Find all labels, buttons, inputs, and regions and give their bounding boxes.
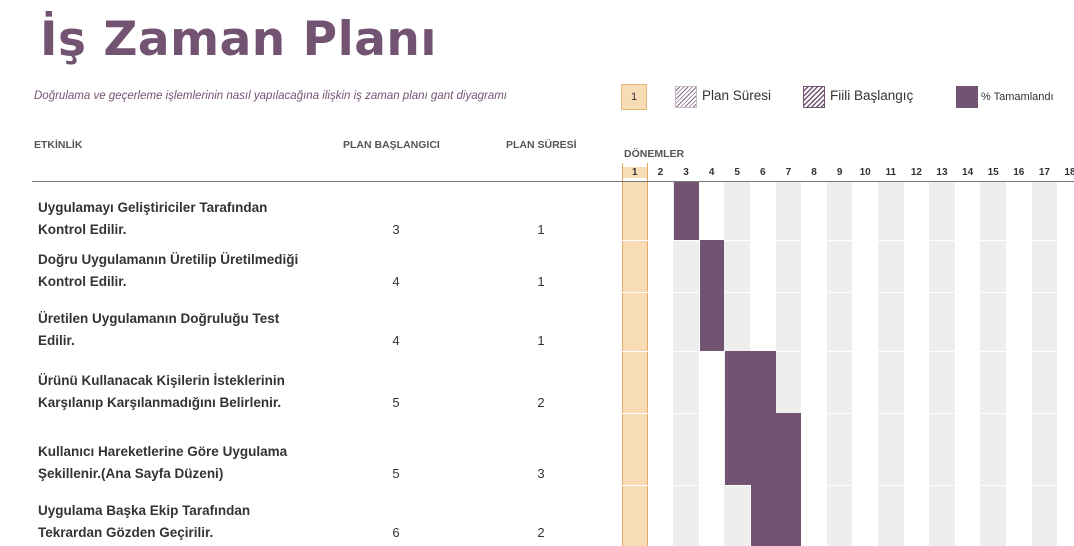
- legend-percent-complete: % Tamamlandı: [981, 91, 1054, 103]
- task-plan-duration[interactable]: 1: [521, 222, 561, 237]
- period-column: [648, 182, 674, 546]
- column-header-plan-start: PLAN BAŞLANGICI: [343, 139, 440, 151]
- row-divider: [622, 485, 1074, 486]
- task-plan-start[interactable]: 4: [376, 333, 416, 348]
- task-name[interactable]: Doğru Uygulamanın Üretilip Üretilmediği K…: [38, 249, 338, 293]
- task-name-line: Edilir.: [38, 333, 75, 348]
- period-number: 3: [683, 167, 689, 178]
- task-bar: [725, 351, 776, 413]
- task-name-line: Kontrol Edilir.: [38, 274, 127, 289]
- column-header-plan-duration: PLAN SÜRESİ: [506, 139, 577, 151]
- period-number: 2: [657, 167, 664, 178]
- period-number: 8: [811, 167, 817, 178]
- period-column: [1006, 182, 1032, 546]
- highlight-border: [646, 163, 648, 546]
- task-plan-duration[interactable]: 2: [521, 525, 561, 540]
- period-column: [878, 182, 904, 546]
- period-column: [980, 182, 1006, 546]
- period-number: 1: [622, 167, 648, 178]
- period-number: 16: [1013, 167, 1025, 178]
- period-column: [1031, 182, 1058, 546]
- header-divider: [32, 181, 622, 182]
- page-subtitle: Doğrulama ve geçerleme işlemlerinin nası…: [34, 90, 508, 102]
- period-column: [826, 182, 853, 546]
- task-bar: [751, 485, 802, 546]
- task-bar: [725, 413, 802, 485]
- percent-complete-swatch-icon: [956, 86, 978, 108]
- period-column: [699, 182, 725, 546]
- period-column: [929, 182, 955, 546]
- period-number: 14: [962, 167, 974, 178]
- task-name[interactable]: Üretilen Uygulamanın Doğruluğu Test Edili…: [38, 308, 338, 352]
- period-number: 6: [760, 167, 766, 178]
- task-name[interactable]: Kullanıcı Hareketlerine Göre Uygulama Şek…: [38, 441, 338, 485]
- gantt-chart: 1 2 3 4 5 6 7 8 9 10 11 12 13 14 15 16 17 18: [622, 163, 1074, 546]
- task-name-line: Karşılanıp Karşılanmadığını Belirlenir.: [38, 395, 282, 410]
- period-number: 4: [708, 167, 715, 178]
- period-number: 11: [885, 167, 897, 178]
- period-number: 5: [734, 167, 740, 178]
- plan-duration-swatch-icon: [675, 86, 697, 108]
- task-bar: [674, 182, 699, 240]
- row-divider: [622, 351, 1074, 352]
- task-plan-start[interactable]: 5: [376, 466, 416, 481]
- task-plan-duration[interactable]: 2: [521, 395, 561, 410]
- task-name-line: Üretilen Uygulamanın Doğruluğu Test: [38, 311, 280, 326]
- period-column: [801, 182, 827, 546]
- period-number: 15: [987, 167, 999, 178]
- task-bar: [699, 292, 725, 351]
- task-name-line: Tekrardan Gözden Geçirilir.: [38, 525, 214, 540]
- task-name[interactable]: Uygulamayı Geliştiriciler Tarafından Kont…: [38, 197, 338, 241]
- highlight-period-input[interactable]: 1: [621, 84, 647, 110]
- column-header-periods: DÖNEMLER: [624, 148, 685, 160]
- task-name[interactable]: Uygulama Başka Ekip Tarafından Tekrardan …: [38, 500, 338, 544]
- task-plan-start[interactable]: 3: [376, 222, 416, 237]
- task-plan-duration[interactable]: 3: [521, 466, 561, 481]
- row-divider: [622, 240, 1074, 241]
- task-name-line: Uygulamayı Geliştiriciler Tarafından: [38, 200, 268, 215]
- actual-start-swatch-icon: [803, 86, 825, 108]
- period-number: 7: [785, 167, 792, 178]
- highlight-border: [622, 163, 623, 546]
- task-plan-start[interactable]: 4: [376, 274, 416, 289]
- legend-plan-duration: Plan Süresi: [702, 88, 772, 103]
- period-column: [904, 182, 930, 546]
- task-name-line: Kontrol Edilir.: [38, 222, 127, 237]
- task-plan-start[interactable]: 5: [376, 395, 416, 410]
- task-name[interactable]: Ürünü Kullanacak Kişilerin İsteklerinin K…: [38, 370, 338, 414]
- page-title: İş Zaman Planı: [40, 12, 437, 67]
- task-plan-duration[interactable]: 1: [521, 274, 561, 289]
- task-name-line: Uygulama Başka Ekip Tarafından: [38, 503, 251, 518]
- period-number: 17: [1038, 167, 1050, 178]
- period-number: 9: [836, 167, 843, 178]
- period-column: [852, 182, 878, 546]
- period-number: 12: [910, 167, 922, 178]
- task-plan-start[interactable]: 6: [376, 525, 416, 540]
- period-number: 13: [936, 167, 948, 178]
- task-name-line: Şekillenir.(Ana Sayfa Düzeni): [38, 466, 224, 481]
- legend-actual-start: Fiili Başlangıç: [830, 88, 914, 103]
- row-divider: [622, 292, 1074, 293]
- period-number: 10: [859, 167, 871, 178]
- task-name-line: Doğru Uygulamanın Üretilip Üretilmediği: [38, 252, 299, 267]
- task-plan-duration[interactable]: 1: [521, 333, 561, 348]
- period-column: [1057, 182, 1074, 546]
- task-name-line: Ürünü Kullanacak Kişilerin İsteklerinin: [38, 373, 285, 388]
- period-number: 18: [1064, 167, 1074, 178]
- task-name-line: Kullanıcı Hareketlerine Göre Uygulama: [38, 444, 288, 459]
- row-divider: [622, 413, 1074, 414]
- period-column: [955, 182, 981, 546]
- task-bar: [699, 240, 725, 292]
- period-column: [622, 182, 648, 546]
- column-header-activity: ETKİNLİK: [34, 139, 83, 151]
